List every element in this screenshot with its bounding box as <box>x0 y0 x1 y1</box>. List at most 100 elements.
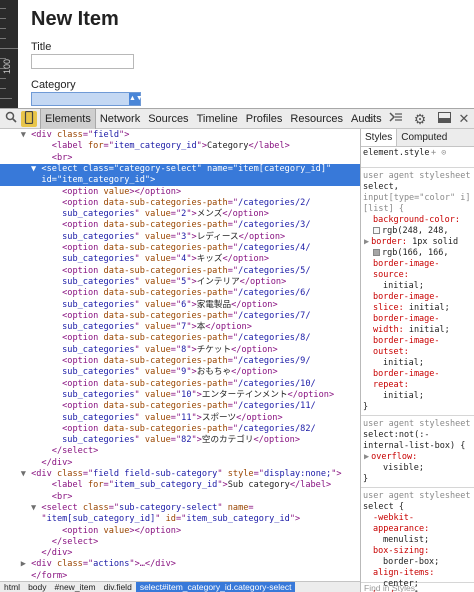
category-select[interactable]: ▲▼ <box>31 92 143 106</box>
rule-selector[interactable]: select:not(:- <box>363 430 430 441</box>
dom-node-line[interactable]: <label for="item_sub_category_id">Sub ca… <box>0 480 360 491</box>
style-property[interactable]: initial; <box>383 391 424 402</box>
dom-node-line[interactable]: sub_categories" value="7">本</option> <box>0 322 360 333</box>
style-property[interactable]: border-image- <box>373 369 440 380</box>
dom-node-line[interactable]: ▼ <div class="field"> <box>0 130 360 141</box>
expand-triangle-icon[interactable]: ▶ <box>21 559 31 569</box>
rule-selector[interactable]: select, <box>363 182 399 193</box>
color-swatch[interactable] <box>373 249 380 256</box>
new-rule-icon[interactable]: + ⊙ <box>431 148 446 159</box>
style-property[interactable]: box-sizing: <box>373 546 429 557</box>
dom-node-line[interactable]: <br> <box>0 153 360 164</box>
dock-icon[interactable] <box>436 111 452 127</box>
elements-tree[interactable]: ▼ <div class="field"> <label for="item_c… <box>0 129 360 581</box>
collapse-triangle-icon[interactable]: ▼ <box>21 469 31 479</box>
dom-node-line[interactable]: sub_categories" value="5">インテリア</option> <box>0 277 360 288</box>
dom-node-line[interactable]: </select> <box>0 446 360 457</box>
dom-node-line[interactable]: <option data-sub-categories-path="/categ… <box>0 198 360 209</box>
console-drawer-icon[interactable] <box>388 111 404 127</box>
gear-icon[interactable]: ⚙ <box>412 111 428 127</box>
dom-node-line[interactable]: <br> <box>0 492 360 503</box>
dom-node-line[interactable]: <option data-sub-categories-path="/categ… <box>0 311 360 322</box>
dom-node-line[interactable]: <option data-sub-categories-path="/categ… <box>0 379 360 390</box>
style-property[interactable]: menulist; <box>383 535 429 546</box>
tab-timeline[interactable]: Timeline <box>193 109 242 129</box>
selected-node-line[interactable]: ▼ <select class="category-select" name="… <box>0 163 360 175</box>
style-property[interactable]: initial; <box>383 281 424 292</box>
style-property[interactable]: rgb(248, 248, <box>373 226 449 237</box>
breadcrumb-item[interactable]: body <box>24 582 50 592</box>
search-icon[interactable] <box>3 111 19 127</box>
rule-selector[interactable]: [list] { <box>363 204 404 215</box>
dom-node-line[interactable]: <option data-sub-categories-path="/categ… <box>0 424 360 435</box>
dom-node-line[interactable]: <label for="item_category_id">Category</… <box>0 141 360 152</box>
tab-elements[interactable]: Elements <box>40 109 96 129</box>
style-property[interactable]: -webkit- <box>373 513 414 524</box>
element-style-selector[interactable]: element.style <box>363 148 430 159</box>
dom-node-line[interactable]: sub_categories" value="3">レディース</option> <box>0 232 360 243</box>
breadcrumb-item[interactable]: html <box>0 582 24 592</box>
tab-network[interactable]: Network <box>96 109 144 129</box>
collapse-triangle-icon[interactable]: ▼ <box>31 164 41 174</box>
dom-node-line[interactable]: <option data-sub-categories-path="/categ… <box>0 401 360 412</box>
dom-node-line[interactable]: </div> <box>0 458 360 469</box>
dom-node-line[interactable]: <option value></option> <box>0 526 360 537</box>
dom-node-line[interactable]: sub_categories" value="11">スポーツ</option> <box>0 413 360 424</box>
tab-resources[interactable]: Resources <box>286 109 347 129</box>
dom-node-line[interactable]: <option data-sub-categories-path="/categ… <box>0 220 360 231</box>
style-property[interactable]: repeat: <box>373 380 409 391</box>
style-property[interactable]: border-image- <box>373 336 440 347</box>
dom-node-line[interactable]: "item[sub_category_id]" id="item_sub_cat… <box>0 514 360 525</box>
style-property[interactable]: initial; <box>383 358 424 369</box>
dom-node-line[interactable]: sub_categories" value="4">キッズ</option> <box>0 254 360 265</box>
dom-node-line[interactable]: sub_categories" value="9">おもちゃ</option> <box>0 367 360 378</box>
style-property[interactable]: appearance: <box>373 524 429 535</box>
style-property[interactable]: border-image- <box>373 314 440 325</box>
dom-node-line[interactable]: <option data-sub-categories-path="/categ… <box>0 333 360 344</box>
style-property[interactable]: source: <box>373 270 409 281</box>
style-property[interactable]: slice: initial; <box>373 303 450 314</box>
style-property[interactable]: background-color: <box>373 215 460 226</box>
style-property[interactable]: border-image- <box>373 292 440 303</box>
style-property[interactable]: border-image- <box>373 259 440 270</box>
style-property[interactable]: rgb(166, 166, <box>373 248 449 259</box>
dom-node-line[interactable]: ▶ <div class="actions">…</div> <box>0 559 360 570</box>
collapse-triangle-icon[interactable]: ▼ <box>31 503 41 513</box>
color-swatch[interactable] <box>373 227 380 234</box>
sidebar-tab-computed[interactable]: Computed <box>397 129 451 146</box>
style-property[interactable]: ▶ border: 1px solid <box>364 237 458 248</box>
style-property[interactable]: align-items: <box>373 568 434 579</box>
dom-node-line[interactable]: sub_categories" value="10">エンターテインメント</o… <box>0 390 360 401</box>
tab-sources[interactable]: Sources <box>144 109 192 129</box>
style-property[interactable]: width: initial; <box>373 325 450 336</box>
breadcrumb-item[interactable]: #new_item <box>51 582 100 592</box>
device-mode-icon[interactable] <box>21 110 37 127</box>
rule-selector[interactable]: internal-list-box) { <box>363 441 465 452</box>
dom-node-line[interactable]: <option value></option> <box>0 187 360 198</box>
style-property[interactable]: border-box; <box>383 557 439 568</box>
style-property[interactable]: outset: <box>373 347 409 358</box>
dom-node-line[interactable]: sub_categories" value="8">チケット</option> <box>0 345 360 356</box>
dom-node-line[interactable]: ▼ <select class="sub-category-select" na… <box>0 503 360 514</box>
dom-node-line[interactable]: sub_categories" value="6">家電製品</option> <box>0 300 360 311</box>
style-property[interactable]: visible; <box>383 463 424 474</box>
more-tabs-icon[interactable]: » <box>364 111 376 127</box>
collapse-triangle-icon[interactable]: ▼ <box>21 130 31 140</box>
dom-node-line[interactable]: <option data-sub-categories-path="/categ… <box>0 266 360 277</box>
breadcrumb-item[interactable]: div.field <box>100 582 136 592</box>
style-property[interactable]: center; <box>383 579 419 590</box>
selected-node-line[interactable]: id="item_category_id"> <box>0 175 360 187</box>
dom-node-line[interactable]: <option data-sub-categories-path="/categ… <box>0 288 360 299</box>
dom-node-line[interactable]: <option data-sub-categories-path="/categ… <box>0 243 360 254</box>
dom-node-line[interactable]: </select> <box>0 537 360 548</box>
dom-node-line[interactable]: sub_categories" value="82">空のカテゴリ</optio… <box>0 435 360 446</box>
dom-node-line[interactable]: sub_categories" value="2">メンズ</option> <box>0 209 360 220</box>
style-property[interactable]: ▶ overflow: <box>364 452 417 463</box>
dom-node-line[interactable]: </form> <box>0 571 360 581</box>
tab-profiles[interactable]: Profiles <box>242 109 287 129</box>
rule-selector[interactable]: select { <box>363 502 404 513</box>
title-input[interactable] <box>31 54 134 69</box>
breadcrumb-item[interactable]: select#item_category_id.category-select <box>135 582 296 592</box>
rule-selector[interactable]: input[type="color" i] <box>363 193 470 204</box>
dom-node-line[interactable]: </div> <box>0 548 360 559</box>
